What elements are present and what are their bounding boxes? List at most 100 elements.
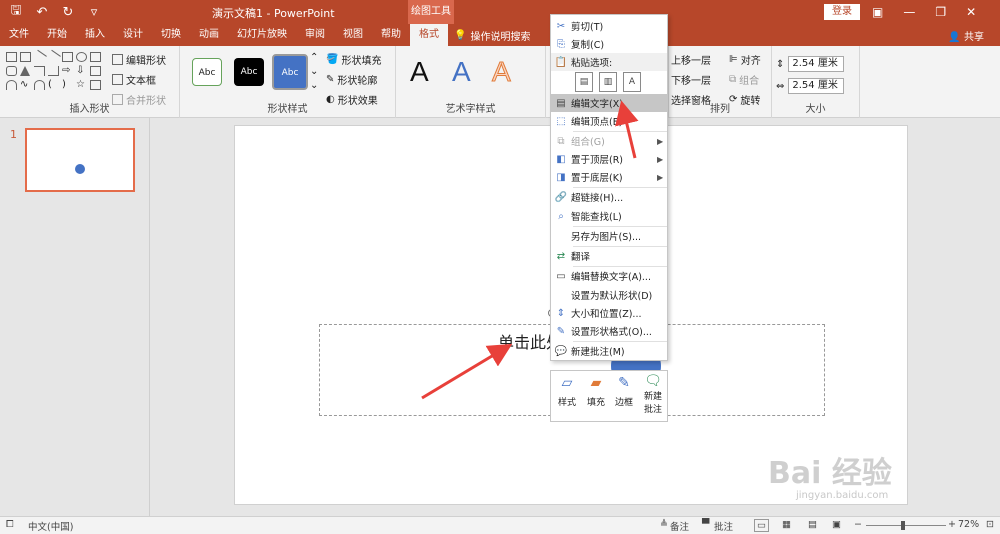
minimize-icon[interactable]: — — [903, 5, 915, 19]
zoom-slider-thumb[interactable] — [901, 521, 905, 530]
fit-to-window-icon[interactable]: ⊡ — [986, 519, 994, 530]
send-backward-button[interactable]: 下移一层 — [671, 72, 711, 87]
rounded-rect-shape-icon[interactable] — [6, 66, 17, 76]
tab-format[interactable]: 格式 — [410, 24, 448, 46]
minibar-style-button[interactable]: ▱ 样式 — [553, 375, 581, 408]
tell-me-search[interactable]: 💡 操作说明搜索 — [454, 28, 530, 43]
text-box-button[interactable]: 文本框 — [112, 72, 166, 87]
menu-item-group[interactable]: ⧉ 组合(G) ▶ — [551, 132, 667, 150]
customize-qat-icon[interactable]: ▿ — [86, 5, 102, 20]
menu-item-new-comment[interactable]: 💬 新建批注(M) — [551, 342, 667, 360]
tab-help[interactable]: 帮助 — [372, 24, 410, 46]
zoom-out-icon[interactable]: − — [854, 519, 862, 530]
group-button[interactable]: ⧉ 组合 — [729, 72, 761, 87]
elbow-connector-icon[interactable] — [34, 66, 45, 76]
textbox-shape-icon[interactable] — [6, 52, 17, 62]
reading-view-icon[interactable]: ▤ — [808, 519, 817, 530]
wordart-blue-sample[interactable]: A — [452, 56, 471, 88]
shape-width-input[interactable]: 2.54 厘米 — [788, 78, 845, 94]
arrow-right-shape-icon[interactable]: ⇨ — [62, 66, 73, 76]
menu-item-format-shape[interactable]: ✎ 设置形状格式(O)... — [551, 322, 667, 340]
menu-item-smart-lookup[interactable]: ⌕ 智能查找(L) — [551, 207, 667, 225]
wordart-orange-sample[interactable]: A — [492, 56, 512, 88]
slideshow-icon[interactable]: ▣ — [832, 519, 841, 530]
menu-item-edit-text[interactable]: ▤ 编辑文字(X) — [551, 94, 667, 112]
curve-shape-icon[interactable]: ∿ — [20, 80, 31, 90]
redo-icon[interactable]: ↻ — [60, 5, 76, 20]
normal-view-icon[interactable]: ▭ — [754, 519, 769, 532]
ribbon-display-icon[interactable]: ▣ — [872, 5, 883, 19]
shapes-gallery[interactable]: ⇨ ⇩ ∿ ( ) ☆ — [6, 49, 115, 92]
zoom-slider[interactable] — [866, 525, 946, 526]
vertical-textbox-shape-icon[interactable] — [20, 52, 31, 62]
menu-item-bring-to-front[interactable]: ◧ 置于顶层(R) ▶ — [551, 150, 667, 168]
triangle-shape-icon[interactable] — [20, 66, 30, 76]
minibar-fill-button[interactable]: ▰ 填充 — [582, 375, 610, 408]
tab-file[interactable]: 文件 — [0, 24, 38, 46]
restore-icon[interactable]: ❐ — [935, 5, 946, 19]
arrow-line-shape-icon[interactable] — [46, 49, 61, 65]
menu-item-cut[interactable]: ✂ 剪切(T) — [551, 17, 667, 35]
gallery-more-icon[interactable] — [90, 80, 101, 90]
shape-style-outline-sample[interactable]: Abc — [192, 58, 222, 86]
menu-item-save-as-picture[interactable]: 另存为图片(S)... — [551, 227, 667, 245]
line-shape-icon[interactable] — [32, 49, 47, 65]
star-shape-icon[interactable]: ☆ — [76, 80, 87, 90]
menu-item-translate[interactable]: ⇄ 翻译 — [551, 247, 667, 265]
shape-fill-button[interactable]: 🪣 形状填充 — [326, 52, 381, 67]
paste-text-only-icon[interactable]: A — [623, 72, 641, 92]
minibar-outline-button[interactable]: ✎ 边框 — [610, 375, 638, 408]
menu-item-alt-text[interactable]: ▭ 编辑替换文字(A)... — [551, 267, 667, 285]
menu-item-send-to-back[interactable]: ◨ 置于底层(K) ▶ — [551, 168, 667, 186]
shape-style-more-icon[interactable]: ⌄ — [310, 80, 318, 91]
tab-design[interactable]: 设计 — [114, 24, 152, 46]
zoom-in-icon[interactable]: + — [948, 519, 956, 530]
shape-style-up-icon[interactable]: ⌃ — [310, 52, 318, 63]
login-button[interactable]: 登录 — [824, 4, 860, 20]
tab-insert[interactable]: 插入 — [76, 24, 114, 46]
minibar-new-comment-button[interactable]: 🗨 新建 批注 — [639, 373, 667, 415]
paste-keep-source-icon[interactable]: ▤ — [575, 72, 593, 92]
wordart-black-sample[interactable]: A — [410, 56, 429, 88]
tab-review[interactable]: 审阅 — [296, 24, 334, 46]
shape-height-input[interactable]: 2.54 厘米 — [788, 56, 845, 72]
shape-outline-button[interactable]: ✎ 形状轮廓 — [326, 72, 381, 87]
menu-item-size-position[interactable]: ⇕ 大小和位置(Z)... — [551, 304, 667, 322]
edit-shape-button[interactable]: 编辑形状 — [112, 52, 166, 67]
zoom-level[interactable]: 72% — [958, 519, 979, 530]
arc2-shape-icon[interactable] — [34, 80, 45, 90]
align-button[interactable]: ⊫ 对齐 — [729, 52, 761, 67]
tab-slideshow[interactable]: 幻灯片放映 — [228, 24, 296, 46]
shape-style-dark-sample[interactable]: Abc — [234, 58, 264, 86]
rectangle-shape-icon[interactable] — [62, 52, 73, 62]
notes-button[interactable]: 备注 — [670, 519, 689, 533]
brace-right-shape-icon[interactable]: ) — [62, 80, 73, 90]
language-status[interactable]: 中文(中国) — [28, 519, 73, 533]
tab-animations[interactable]: 动画 — [190, 24, 228, 46]
arc-shape-icon[interactable] — [6, 80, 17, 90]
menu-item-hyperlink[interactable]: 🔗 超链接(H)... — [551, 188, 667, 206]
shape-style-blue-sample[interactable]: Abc — [272, 54, 308, 90]
menu-item-set-default-shape[interactable]: 设置为默认形状(D) — [551, 286, 667, 304]
undo-icon[interactable]: ↶ — [34, 5, 50, 20]
scroll-up-icon[interactable] — [90, 52, 101, 62]
slide-thumbnail[interactable] — [25, 128, 135, 192]
tab-home[interactable]: 开始 — [38, 24, 76, 46]
shape-style-down-icon[interactable]: ⌄ — [310, 66, 318, 77]
close-icon[interactable]: ✕ — [966, 5, 976, 19]
scroll-down-icon[interactable] — [90, 66, 101, 76]
elbow-arrow-icon[interactable] — [48, 66, 59, 76]
comments-button[interactable]: 批注 — [714, 519, 733, 533]
brace-left-shape-icon[interactable]: ( — [48, 80, 59, 90]
tab-view[interactable]: 视图 — [334, 24, 372, 46]
share-button[interactable]: 👤 共享 — [948, 28, 984, 43]
menu-item-edit-points[interactable]: ⬚ 编辑顶点(E) — [551, 112, 667, 130]
arrow-down-shape-icon[interactable]: ⇩ — [76, 66, 87, 76]
bring-forward-button[interactable]: 上移一层 — [671, 52, 711, 67]
menu-item-copy[interactable]: ⎘ 复制(C) — [551, 35, 667, 53]
tab-transitions[interactable]: 切换 — [152, 24, 190, 46]
slide-sorter-icon[interactable]: ▦ — [782, 519, 791, 530]
save-icon[interactable]: 🖫 — [8, 1, 24, 23]
paste-picture-icon[interactable]: ▥ — [599, 72, 617, 92]
oval-shape-icon[interactable] — [76, 52, 87, 62]
